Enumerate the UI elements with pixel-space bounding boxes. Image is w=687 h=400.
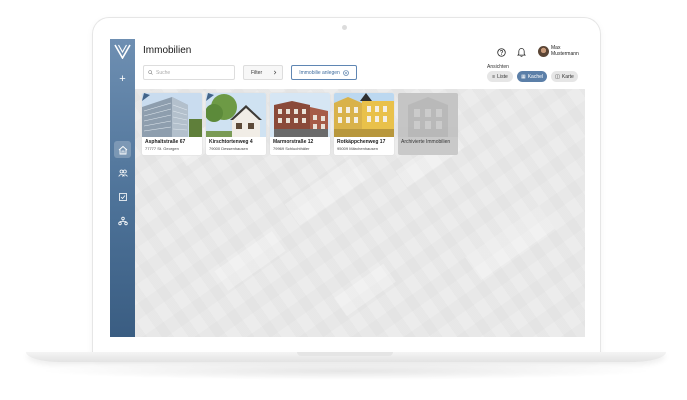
create-property-label: Immobilie anlegen: [299, 69, 340, 76]
search-input[interactable]: [156, 69, 226, 76]
property-card[interactable]: Marmorstraße 12 79969 Schluchthäler: [270, 93, 330, 155]
property-photo: [270, 93, 330, 137]
view-tiles-button[interactable]: ▦ Kachel: [517, 71, 547, 82]
property-card[interactable]: Asphaltstraße 67 77777 St. Georgen: [142, 93, 202, 155]
property-card[interactable]: Rotkäppchenweg 17 95009 Märchenhausen: [334, 93, 394, 155]
home-icon: [118, 145, 127, 154]
sidebar-item-contacts[interactable]: [114, 164, 131, 181]
property-street: Rotkäppchenweg 17: [337, 139, 386, 145]
archive-label: Archivierte Immobilien: [401, 139, 451, 145]
property-street: Marmorstraße 12: [273, 139, 314, 145]
sidebar: +: [110, 39, 135, 337]
filter-button[interactable]: Filter: [243, 65, 283, 80]
search-icon: [148, 70, 153, 75]
view-tiles-label: Kachel: [527, 73, 544, 80]
create-property-button[interactable]: Immobilie anlegen: [291, 65, 357, 80]
views-label: Ansichten: [487, 64, 509, 70]
v-logo-icon[interactable]: [114, 44, 131, 59]
property-photo: [334, 93, 394, 137]
page-title: Immobilien: [143, 45, 192, 56]
user-name[interactable]: Max Mustermann: [551, 45, 585, 57]
network-icon: [117, 216, 128, 225]
laptop-shadow: [36, 362, 656, 380]
user-last-name: Mustermann: [551, 50, 579, 57]
add-circle-icon: [342, 69, 349, 76]
property-card[interactable]: Kirschtortenweg 4 79000 Dessenhausen: [206, 93, 266, 155]
grid-icon: ▦: [520, 73, 526, 80]
view-list-button[interactable]: ≡ Liste: [487, 71, 513, 82]
sidebar-item-home[interactable]: [114, 141, 131, 158]
property-street: Kirschtortenweg 4: [209, 139, 253, 145]
map-icon: ◫: [555, 73, 560, 80]
avatar[interactable]: [538, 46, 549, 57]
view-map-label: Karte: [561, 73, 574, 80]
help-icon[interactable]: [497, 48, 506, 57]
checklist-icon: [118, 192, 127, 201]
add-icon[interactable]: +: [110, 73, 135, 85]
archived-properties-card[interactable]: Archivierte Immobilien: [398, 93, 458, 155]
view-list-label: Liste: [497, 73, 508, 80]
property-photo: [206, 93, 266, 137]
property-city: 79000 Dessenhausen: [209, 146, 248, 151]
webcam: [342, 25, 347, 30]
filter-label: Filter: [251, 69, 263, 76]
chevron-right-icon: [273, 70, 277, 75]
app-screen: + Immobilien Suche Filter Immobilie anle…: [110, 39, 585, 337]
property-city: 95009 Märchenhausen: [337, 146, 378, 151]
people-icon: [117, 169, 128, 177]
property-street: Asphaltstraße 67: [145, 139, 186, 145]
list-icon: ≡: [492, 73, 496, 80]
header: Immobilien Filter Immobilie anlegen: [135, 39, 585, 89]
archive-photo: [398, 93, 458, 137]
search-box[interactable]: [143, 65, 235, 80]
bell-icon[interactable]: [517, 47, 526, 57]
laptop-base-notch: [297, 352, 393, 356]
property-city: 79969 Schluchthäler: [273, 146, 310, 151]
property-grid: Asphaltstraße 67 77777 St. Georgen Kirsc…: [142, 93, 582, 157]
sidebar-item-network[interactable]: [114, 212, 131, 229]
sidebar-item-tasks[interactable]: [114, 188, 131, 205]
property-photo: [142, 93, 202, 137]
view-map-button[interactable]: ◫ Karte: [551, 71, 578, 82]
main-content: Immobilien Filter Immobilie anlegen: [135, 39, 585, 337]
property-city: 77777 St. Georgen: [145, 146, 179, 151]
